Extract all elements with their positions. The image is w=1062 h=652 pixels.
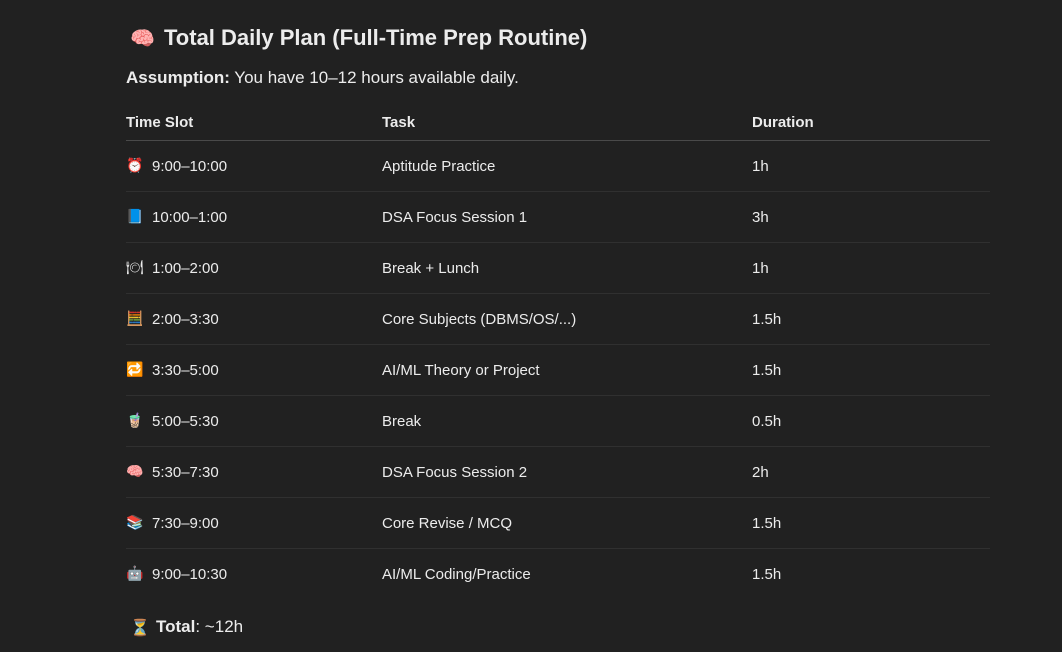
- task-cell: Break + Lunch: [382, 242, 752, 294]
- alarm-clock-icon: ⏰: [126, 158, 144, 174]
- assumption-label: Assumption:: [126, 68, 230, 87]
- header-task: Task: [382, 104, 752, 141]
- time-slot-cell: ⏰ 9:00–10:00: [126, 158, 382, 175]
- total-line: ⏳ Total: ~12h: [126, 617, 990, 637]
- time-slot: 10:00–1:00: [152, 208, 228, 226]
- table-header-row: Time Slot Task Duration: [126, 104, 990, 141]
- time-slot-cell: 🔁 3:30–5:00: [126, 362, 382, 379]
- assumption-text: You have 10–12 hours available daily.: [229, 68, 519, 87]
- time-slot: 5:00–5:30: [152, 412, 219, 430]
- assumption-line: Assumption: You have 10–12 hours availab…: [126, 66, 990, 90]
- time-slot: 1:00–2:00: [152, 259, 219, 277]
- task-cell: AI/ML Theory or Project: [382, 344, 752, 396]
- duration-cell: 1h: [752, 140, 990, 192]
- book-icon: 📘: [126, 209, 144, 225]
- table-row: 🧋 5:00–5:30 Break 0.5h: [126, 395, 990, 447]
- time-slot-cell: 🧮 2:00–3:30: [126, 311, 382, 328]
- time-slot-cell: 📚 7:30–9:00: [126, 515, 382, 532]
- table-row: 🧠 5:30–7:30 DSA Focus Session 2 2h: [126, 446, 990, 498]
- table-row: 📚 7:30–9:00 Core Revise / MCQ 1.5h: [126, 497, 990, 549]
- chat-page: 🧠 Total Daily Plan (Full-Time Prep Routi…: [0, 0, 1062, 652]
- table-row: ⏰ 9:00–10:00 Aptitude Practice 1h: [126, 140, 990, 192]
- task-cell: Aptitude Practice: [382, 140, 752, 192]
- heading-text: Total Daily Plan (Full-Time Prep Routine…: [164, 25, 588, 50]
- section-heading: 🧠 Total Daily Plan (Full-Time Prep Routi…: [126, 20, 990, 56]
- header-duration: Duration: [752, 104, 990, 141]
- books-icon: 📚: [126, 515, 144, 531]
- time-slot: 3:30–5:00: [152, 361, 219, 379]
- duration-cell: 1.5h: [752, 565, 782, 583]
- task-cell: Core Revise / MCQ: [382, 497, 752, 549]
- time-slot-cell: 🤖 9:00–10:30: [126, 566, 382, 583]
- schedule-table: Time Slot Task Duration ⏰ 9:00–10:00 Apti…: [126, 104, 990, 599]
- table-row: 🤖 9:00–10:30 AI/ML Coding/Practice 1.5h: [126, 549, 990, 600]
- repeat-icon: 🔁: [126, 362, 144, 378]
- duration-cell: 3h: [752, 191, 990, 243]
- time-slot: 9:00–10:00: [152, 157, 228, 175]
- drink-icon: 🧋: [126, 413, 144, 429]
- duration-cell: 1.5h: [752, 344, 990, 396]
- duration-cell: 1.5h: [752, 497, 990, 549]
- table-row: 🧮 2:00–3:30 Core Subjects (DBMS/OS/...) 1…: [126, 293, 990, 345]
- time-slot-cell: 📘 10:00–1:00: [126, 209, 382, 226]
- message-content: 🧠 Total Daily Plan (Full-Time Prep Routi…: [126, 20, 990, 637]
- time-slot: 7:30–9:00: [152, 514, 219, 532]
- task-cell: Core Subjects (DBMS/OS/...): [382, 293, 752, 345]
- duration-cell: 0.5h: [752, 395, 990, 447]
- total-label: Total: [156, 617, 196, 636]
- abacus-icon: 🧮: [126, 311, 144, 327]
- brain-icon: 🧠: [130, 26, 155, 50]
- table-row: 📘 10:00–1:00 DSA Focus Session 1 3h: [126, 191, 990, 243]
- task-cell: DSA Focus Session 2: [382, 446, 752, 498]
- table-row: 🔁 3:30–5:00 AI/ML Theory or Project 1.5h: [126, 344, 990, 396]
- time-slot-cell: 🧋 5:00–5:30: [126, 413, 382, 430]
- time-slot: 9:00–10:30: [152, 565, 228, 583]
- header-time-slot: Time Slot: [126, 104, 382, 141]
- time-slot: 2:00–3:30: [152, 310, 219, 328]
- time-slot: 5:30–7:30: [152, 463, 219, 481]
- duration-cell: 1h: [752, 242, 990, 294]
- duration-cell: 1.5h: [752, 293, 990, 345]
- task-cell: AI/ML Coding/Practice: [382, 565, 531, 583]
- total-value: : ~12h: [195, 617, 244, 636]
- task-cell: DSA Focus Session 1: [382, 191, 752, 243]
- total-text: Total: ~12h: [156, 617, 243, 637]
- task-cell: Break: [382, 395, 752, 447]
- duration-cell: 2h: [752, 446, 990, 498]
- time-slot-cell: 🧠 5:30–7:30: [126, 464, 382, 481]
- time-slot-cell: 🍽 1:00–2:00: [126, 260, 382, 277]
- plate-icon: 🍽: [126, 260, 144, 276]
- brain-icon: 🧠: [126, 464, 144, 480]
- hourglass-icon: ⏳: [130, 617, 150, 637]
- table-row: 🍽 1:00–2:00 Break + Lunch 1h: [126, 242, 990, 294]
- robot-icon: 🤖: [126, 566, 144, 582]
